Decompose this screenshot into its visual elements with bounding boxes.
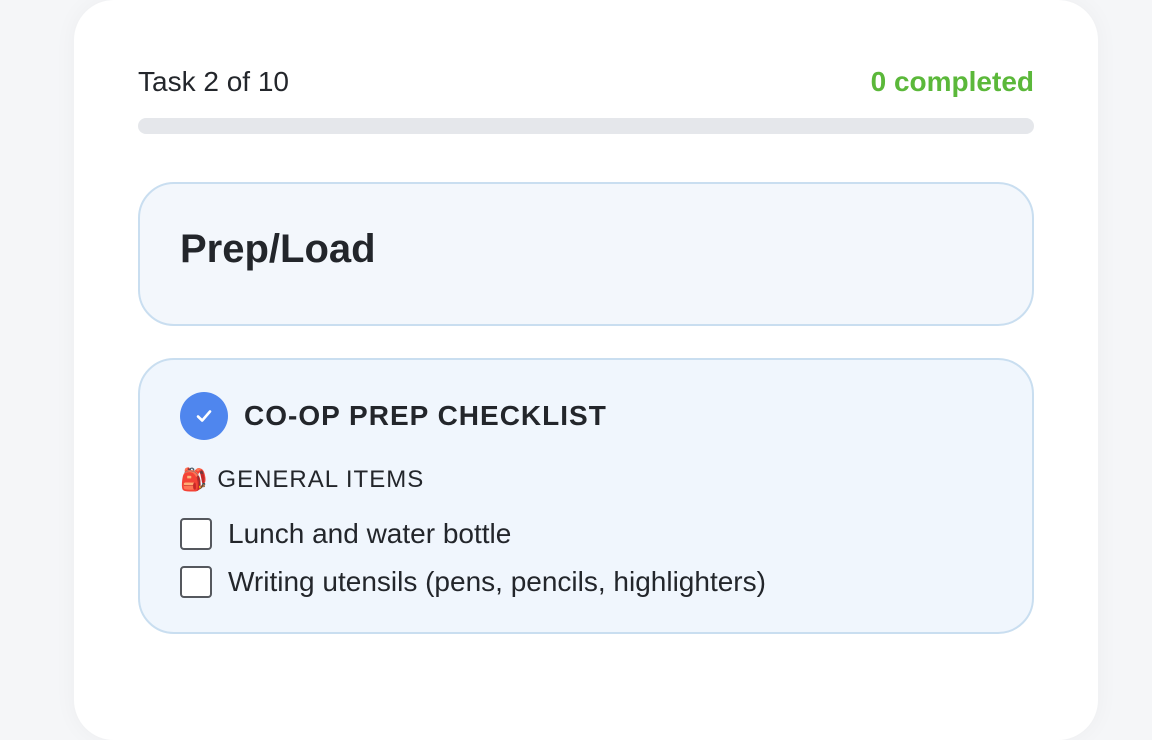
checkbox[interactable] — [180, 566, 212, 598]
checklist-item[interactable]: Writing utensils (pens, pencils, highlig… — [180, 564, 766, 600]
backpack-icon: 🎒 — [180, 467, 208, 492]
checklist-panel: CO-OP PREP CHECKLIST 🎒 GENERAL ITEMS Lun… — [138, 358, 1034, 634]
checklist-item[interactable]: Lunch and water bottle — [180, 516, 511, 552]
checklist-item-label: Writing utensils (pens, pencils, highlig… — [228, 566, 766, 597]
progress-header: Task 2 of 10 0 completed — [138, 64, 1034, 100]
checklist-item-label: Lunch and water bottle — [228, 518, 512, 549]
progress-bar — [138, 118, 1034, 134]
checkbox[interactable] — [180, 518, 212, 550]
checklist-title: CO-OP PREP CHECKLIST — [244, 400, 607, 431]
completed-count: 0 completed — [870, 66, 1034, 97]
task-title: Prep/Load — [180, 227, 376, 271]
task-title-panel: Prep/Load — [138, 182, 1034, 326]
section-header: 🎒 GENERAL ITEMS — [180, 464, 424, 496]
task-card: Task 2 of 10 0 completed Prep/Load CO-OP… — [74, 0, 1098, 740]
check-icon — [180, 392, 228, 440]
section-label: GENERAL ITEMS — [217, 466, 425, 493]
task-counter: Task 2 of 10 — [138, 66, 289, 97]
